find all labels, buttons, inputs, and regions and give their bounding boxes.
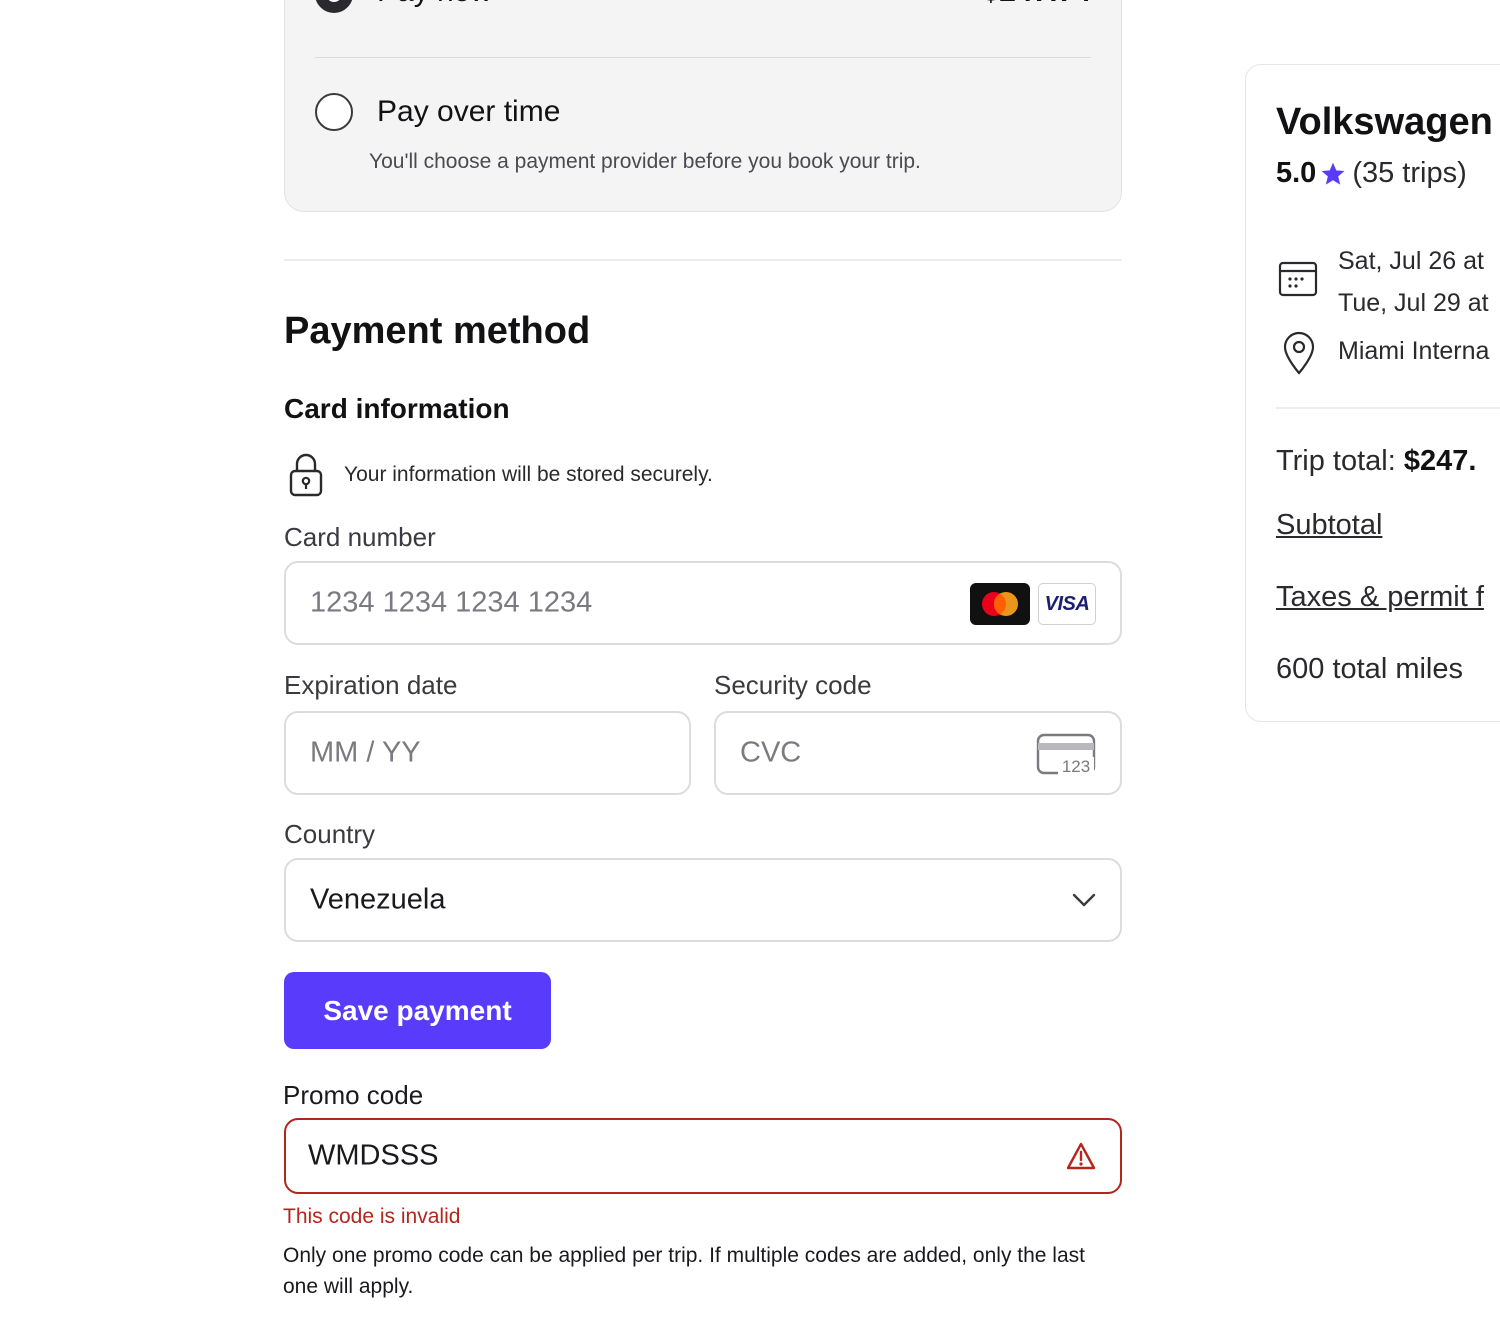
card-number-placeholder: 1234 1234 1234 1234	[310, 586, 593, 619]
pay-over-time-label[interactable]: Pay over time	[377, 95, 560, 129]
card-number-label: Card number	[284, 522, 436, 552]
promo-code-input[interactable]: WMDSSS	[284, 1118, 1122, 1194]
payment-options-box: Pay now $247.74 Pay over time You'll cho…	[284, 0, 1122, 212]
expiration-date-label: Expiration date	[284, 670, 458, 700]
trip-end: Tue, Jul 29 at	[1338, 289, 1489, 317]
trip-start: Sat, Jul 26 at	[1338, 247, 1484, 275]
car-name: Volkswagen	[1276, 101, 1493, 143]
trip-total-label: Trip total:	[1276, 445, 1396, 477]
expiration-date-placeholder: MM / YY	[310, 736, 421, 769]
taxes-permit-link[interactable]: Taxes & permit f	[1276, 581, 1484, 614]
checkout-page: Pay now $247.74 Pay over time You'll cho…	[0, 0, 1500, 1320]
country-value: Venezuela	[310, 883, 446, 916]
subtotal-link[interactable]: Subtotal	[1276, 509, 1382, 542]
card-information-title: Card information	[284, 393, 510, 424]
trip-count: (35 trips)	[1352, 157, 1467, 189]
cvc-icon-text: 123	[1062, 757, 1090, 776]
trip-total: Trip total: $247.	[1276, 445, 1476, 478]
option-divider	[315, 57, 1091, 58]
lock-icon	[289, 453, 323, 497]
location-pin-icon	[1283, 331, 1315, 375]
calendar-icon	[1278, 261, 1318, 297]
cvc-card-icon: 123	[1036, 733, 1096, 776]
country-label: Country	[284, 819, 376, 849]
pickup-location[interactable]: Miami Interna	[1338, 337, 1489, 366]
promo-code-value: WMDSSS	[308, 1139, 439, 1172]
pay-now-radio[interactable]	[315, 0, 353, 13]
visa-icon: VISA	[1038, 583, 1096, 625]
star-icon	[1321, 162, 1345, 185]
mastercard-icon	[970, 583, 1030, 625]
card-number-input[interactable]: 1234 1234 1234 1234 VISA	[284, 561, 1122, 645]
security-code-input[interactable]: CVC 123	[714, 711, 1122, 795]
security-code-label: Security code	[714, 670, 872, 700]
pay-over-time-description: You'll choose a payment provider before …	[369, 150, 921, 173]
expiration-date-input[interactable]: MM / YY	[284, 711, 691, 795]
section-divider	[284, 259, 1122, 261]
promo-code-label: Promo code	[283, 1080, 424, 1110]
rating: 5.0 (35 trips)	[1276, 157, 1467, 190]
warning-icon	[1066, 1142, 1096, 1170]
payment-method-title: Payment method	[284, 310, 591, 352]
rating-value: 5.0	[1276, 157, 1317, 189]
secure-note-text: Your information will be stored securely…	[344, 463, 713, 486]
pay-over-time-radio[interactable]	[315, 93, 353, 131]
total-miles: 600 total miles	[1276, 653, 1463, 685]
pay-now-label[interactable]: Pay now	[377, 0, 492, 9]
promo-error-message: This code is invalid	[283, 1205, 461, 1228]
secure-note: Your information will be stored securely…	[288, 452, 713, 498]
trip-total-value: $247.	[1403, 445, 1477, 477]
security-code-placeholder: CVC	[740, 736, 802, 769]
promo-note: Only one promo code can be applied per t…	[283, 1244, 1085, 1298]
summary-divider	[1276, 407, 1500, 409]
chevron-down-icon	[1072, 893, 1096, 907]
country-select[interactable]: Venezuela	[284, 858, 1122, 942]
pay-now-amount: $247.74	[983, 0, 1091, 9]
trip-summary-card: Volkswagen 5.0 (35 trips) Sat, Jul 26 at…	[1245, 64, 1500, 722]
save-payment-button[interactable]: Save payment	[284, 972, 551, 1049]
